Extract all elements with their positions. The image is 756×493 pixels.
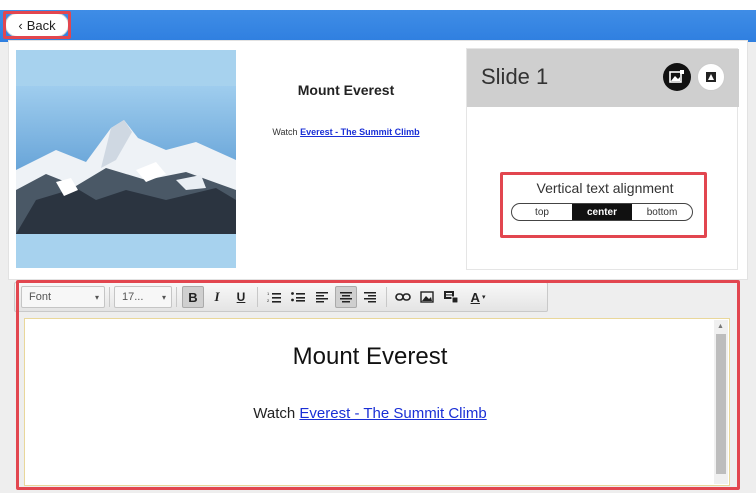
slide-watch-text: Watch Everest - The Summit Climb <box>240 127 452 137</box>
font-size-label: 17... <box>122 291 144 303</box>
slide-settings-panel: Slide 1 Vertical text alignment top cent… <box>466 48 739 270</box>
font-color-icon[interactable]: A ▾ <box>464 286 492 308</box>
font-color-label: A <box>470 289 480 305</box>
underline-label: U <box>236 290 246 304</box>
image-edit-icon[interactable] <box>697 63 725 91</box>
bullet-list-icon[interactable] <box>287 286 309 308</box>
valign-top-button[interactable]: top <box>512 204 572 220</box>
chevron-down-icon: ▾ <box>94 292 99 302</box>
valign-bottom-button[interactable]: bottom <box>632 204 692 220</box>
back-button-label: Back <box>26 17 56 33</box>
toolbar-divider <box>257 287 258 307</box>
editor-title[interactable]: Mount Everest <box>85 343 655 371</box>
add-image-icon[interactable] <box>663 63 691 91</box>
vertical-alignment-label: Vertical text alignment <box>536 180 674 196</box>
slide-settings-header: Slide 1 <box>467 49 739 107</box>
formatting-toolbar: Font ▾ 17... ▾ B I U 12 A ▾ <box>14 282 548 312</box>
chevron-down-icon: ▾ <box>161 292 166 302</box>
link-icon[interactable] <box>392 286 414 308</box>
back-button[interactable]: ‹ Back <box>5 13 69 37</box>
header-bar <box>0 10 756 42</box>
editor-watch-link[interactable]: Everest - The Summit Climb <box>299 405 486 422</box>
font-select[interactable]: Font ▾ <box>21 286 105 308</box>
toolbar-divider <box>109 287 110 307</box>
bold-label: B <box>188 289 198 305</box>
align-left-icon[interactable] <box>311 286 333 308</box>
svg-text:2: 2 <box>267 298 270 303</box>
svg-text:1: 1 <box>267 291 270 296</box>
scrollbar-thumb[interactable] <box>716 334 726 474</box>
align-right-icon[interactable] <box>359 286 381 308</box>
scroll-up-icon[interactable]: ▲ <box>717 323 724 330</box>
slide-watch-prefix: Watch <box>272 127 301 137</box>
slide-title: Mount Everest <box>297 82 395 98</box>
font-size-select[interactable]: 17... ▾ <box>114 286 172 308</box>
italic-label: I <box>214 289 220 304</box>
bold-button[interactable]: B <box>182 286 204 308</box>
editor-watch-text[interactable]: Watch Everest - The Summit Climb <box>85 405 655 422</box>
valign-center-button[interactable]: center <box>572 204 632 220</box>
content-editor[interactable]: Mount Everest Watch Everest - The Summit… <box>24 318 730 486</box>
editor-watch-prefix: Watch <box>253 405 300 422</box>
font-select-label: Font <box>29 291 52 303</box>
mountain-photo <box>16 50 236 268</box>
numbered-list-icon[interactable]: 12 <box>263 286 285 308</box>
italic-button[interactable]: I <box>206 286 228 308</box>
toolbar-divider <box>176 287 177 307</box>
slide-watch-link[interactable]: Everest - The Summit Climb <box>300 127 420 137</box>
chevron-down-icon: ▾ <box>481 294 486 301</box>
underline-button[interactable]: U <box>230 286 252 308</box>
image-icon[interactable] <box>416 286 438 308</box>
chevron-left-icon: ‹ <box>18 17 23 33</box>
vertical-alignment-group: top center bottom <box>511 203 693 221</box>
toolbar-divider <box>386 287 387 307</box>
editor-scrollbar[interactable]: ▲ <box>714 320 728 484</box>
slide-label: Slide 1 <box>481 64 549 89</box>
align-center-icon[interactable] <box>335 286 357 308</box>
embed-icon[interactable] <box>440 286 462 308</box>
